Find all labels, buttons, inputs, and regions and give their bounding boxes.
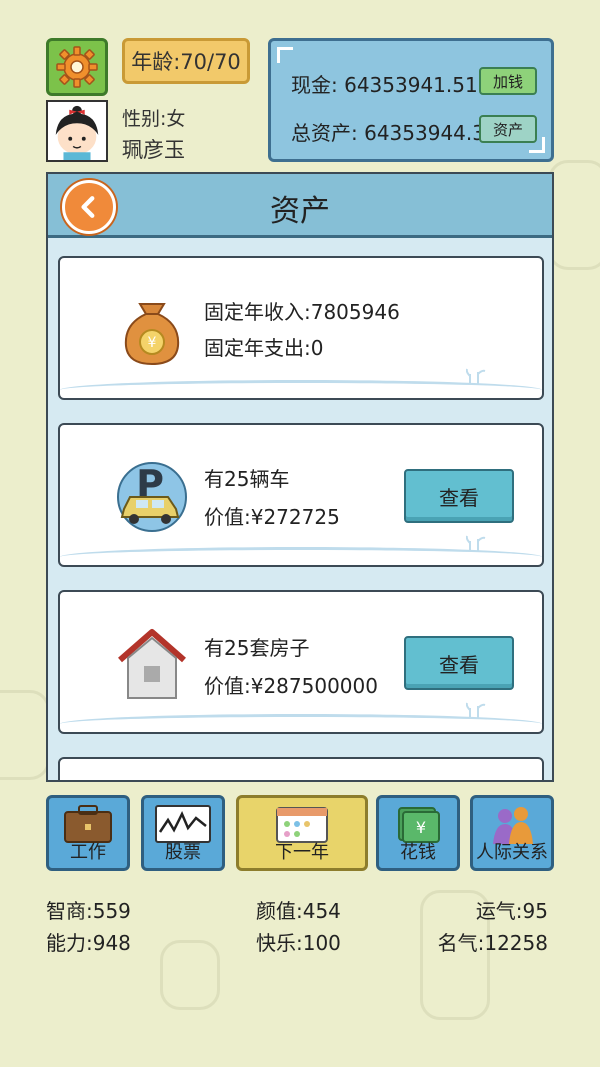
card-ground-decoration	[60, 714, 542, 732]
nav-label: 下一年	[275, 842, 329, 863]
house-card: 有25套房子 价值:¥287500000 查看	[58, 590, 544, 734]
car-count: 有25辆车	[204, 467, 290, 491]
nav-stocks-button[interactable]: 股票	[141, 795, 225, 871]
stat-luck: 运气:95	[475, 899, 548, 923]
card-ground-decoration	[60, 380, 542, 398]
stat-looks: 颜值:454	[256, 899, 341, 923]
sprout-decoration	[466, 535, 486, 551]
sprout-decoration	[466, 368, 486, 384]
svg-text:¥: ¥	[148, 335, 157, 351]
car-card: P 有25辆车 价值:¥272725 查看	[58, 423, 544, 567]
panel-corner-decoration	[277, 47, 293, 63]
settings-button[interactable]	[46, 38, 108, 96]
view-cars-button[interactable]: 查看	[404, 469, 514, 523]
sprout-decoration	[466, 702, 486, 718]
income-card: ¥ 固定年收入:7805946 固定年支出:0	[58, 256, 544, 400]
stat-iq: 智商:559	[46, 899, 131, 923]
house-value: 价值:¥287500000	[204, 674, 378, 698]
panel-header: 资产	[48, 174, 552, 238]
view-houses-button[interactable]: 查看	[404, 636, 514, 690]
parking-car-icon: P	[117, 462, 187, 532]
stat-happiness: 快乐:100	[256, 931, 341, 955]
background-doodle	[548, 160, 600, 270]
add-money-button[interactable]: 加钱	[479, 67, 537, 95]
nav-label: 人际关系	[476, 842, 548, 863]
nav-relationships-button[interactable]: 人际关系	[470, 795, 554, 871]
svg-text:¥: ¥	[416, 818, 426, 837]
assets-button[interactable]: 资产	[479, 115, 537, 143]
stat-ability: 能力:948	[46, 931, 131, 955]
gear-icon	[56, 46, 98, 88]
stat-fame: 名气:12258	[437, 931, 548, 955]
age-badge: 年龄:70/70	[122, 38, 250, 84]
nav-next-year-button[interactable]: 下一年	[236, 795, 368, 871]
assets-panel: 资产 ¥ 固定年收入:7805946 固定年支出:0 P 有25辆车 价值:¥2…	[46, 172, 554, 782]
avatar[interactable]	[46, 100, 108, 162]
background-doodle	[0, 690, 50, 780]
money-bag-icon: ¥	[124, 303, 180, 366]
nav-label: 股票	[165, 842, 201, 863]
money-panel: 现金: 64353941.516 加钱 总资产: 64353944.3 资产	[268, 38, 554, 162]
total-assets-value: 总资产: 64353944.3	[291, 121, 485, 145]
annual-expense: 固定年支出:0	[204, 336, 324, 360]
car-value: 价值:¥272725	[204, 505, 340, 529]
avatar-face-icon	[55, 105, 99, 160]
nav-work-button[interactable]: 工作	[46, 795, 130, 871]
panel-title: 资产	[270, 194, 330, 229]
nav-label: 花钱	[400, 842, 436, 863]
nav-spend-button[interactable]: ¥ 花钱	[376, 795, 460, 871]
house-count: 有25套房子	[204, 636, 310, 660]
house-icon	[118, 629, 186, 699]
gender-label: 性别:女	[122, 108, 186, 130]
annual-income: 固定年收入:7805946	[204, 300, 400, 324]
player-name: 珮彦玉	[122, 138, 185, 162]
nav-label: 工作	[70, 842, 106, 863]
card-ground-decoration	[60, 547, 542, 565]
next-asset-card	[58, 757, 544, 780]
cash-value: 现金: 64353941.516	[291, 73, 491, 97]
background-doodle	[160, 940, 220, 1010]
